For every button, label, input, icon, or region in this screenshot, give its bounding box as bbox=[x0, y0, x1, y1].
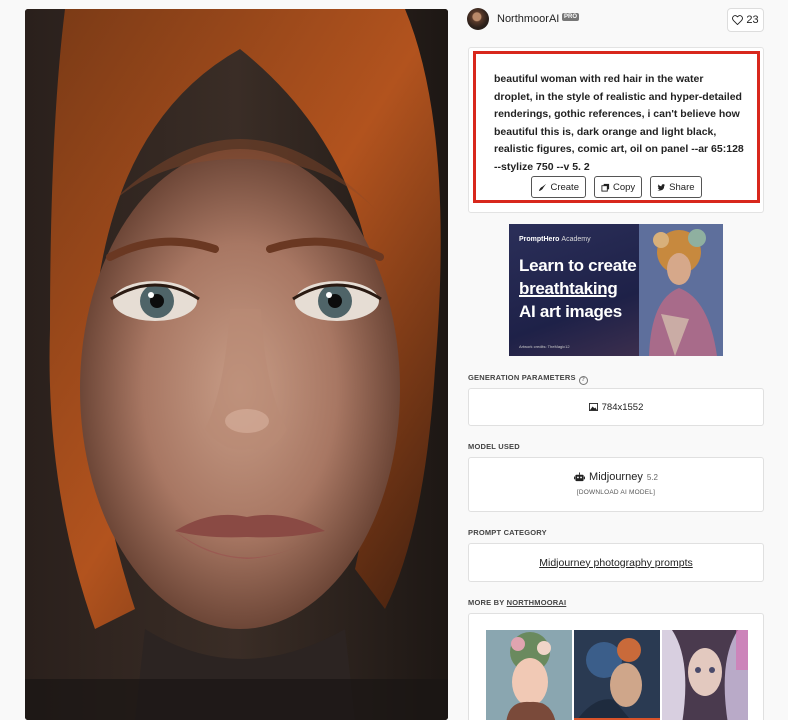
prompt-actions: Create Copy Share bbox=[476, 176, 757, 198]
resolution-box: 784x1552 bbox=[468, 388, 764, 426]
info-icon[interactable]: ? bbox=[578, 376, 588, 385]
like-button[interactable]: 23 bbox=[727, 8, 764, 32]
prompt-category-label: PROMPT CATEGORY bbox=[468, 528, 547, 537]
create-button[interactable]: Create bbox=[531, 176, 586, 198]
pro-badge: PRO bbox=[562, 13, 580, 21]
prompt-card: beautiful woman with red hair in the wat… bbox=[468, 47, 764, 213]
more-by-gallery bbox=[468, 613, 764, 720]
robot-icon bbox=[574, 472, 585, 482]
page: NorthmoorAI PRO 23 beautiful woman with … bbox=[0, 0, 788, 720]
avatar[interactable] bbox=[467, 8, 489, 30]
brush-icon bbox=[539, 183, 547, 191]
category-box: Midjourney photography prompts bbox=[468, 543, 764, 582]
resolution-value: 784x1552 bbox=[601, 401, 644, 413]
category-link[interactable]: Midjourney photography prompts bbox=[539, 557, 693, 569]
ad-headline: Learn to create breathtaking AI art imag… bbox=[519, 256, 637, 321]
gallery-thumb[interactable] bbox=[662, 630, 748, 720]
prompt-text[interactable]: beautiful woman with red hair in the wat… bbox=[494, 71, 744, 176]
gallery-thumb[interactable] bbox=[574, 630, 660, 720]
model-version: 5.2 bbox=[646, 472, 658, 482]
ad-figure-image bbox=[639, 224, 723, 356]
more-by-label: MORE BY NORTHMOORAI bbox=[468, 598, 567, 607]
more-by-user-link[interactable]: NORTHMOORAI bbox=[507, 598, 567, 607]
author-name[interactable]: NorthmoorAI bbox=[497, 13, 559, 25]
model-line: Midjourney 5.2 bbox=[469, 471, 763, 483]
main-generated-image[interactable] bbox=[25, 9, 448, 720]
generation-parameters-label: GENERATION PARAMETERS? bbox=[468, 373, 588, 385]
ad-brand: PromptHero Academy bbox=[519, 236, 591, 243]
model-used-label: MODEL USED bbox=[468, 442, 520, 451]
share-label: Share bbox=[669, 181, 695, 193]
model-name[interactable]: Midjourney bbox=[589, 471, 643, 483]
prompt-highlight-frame: beautiful woman with red hair in the wat… bbox=[473, 51, 760, 203]
twitter-icon bbox=[657, 183, 666, 191]
gallery-thumb[interactable] bbox=[486, 630, 572, 720]
heart-icon bbox=[732, 15, 744, 25]
ad-credit: Artwork credits: TheMagic12 bbox=[519, 344, 570, 349]
copy-button[interactable]: Copy bbox=[593, 176, 643, 198]
like-count: 23 bbox=[746, 14, 759, 26]
copy-icon bbox=[601, 183, 610, 192]
share-button[interactable]: Share bbox=[650, 176, 702, 198]
create-label: Create bbox=[550, 181, 579, 193]
download-model-link[interactable]: [DOWNLOAD AI MODEL] bbox=[469, 489, 763, 496]
image-icon bbox=[588, 403, 598, 411]
academy-ad-banner[interactable]: PromptHero Academy Learn to create breat… bbox=[509, 224, 723, 356]
model-box: Midjourney 5.2 [DOWNLOAD AI MODEL] bbox=[468, 457, 764, 512]
copy-label: Copy bbox=[612, 181, 636, 193]
author-row: NorthmoorAI PRO 23 bbox=[467, 8, 764, 32]
